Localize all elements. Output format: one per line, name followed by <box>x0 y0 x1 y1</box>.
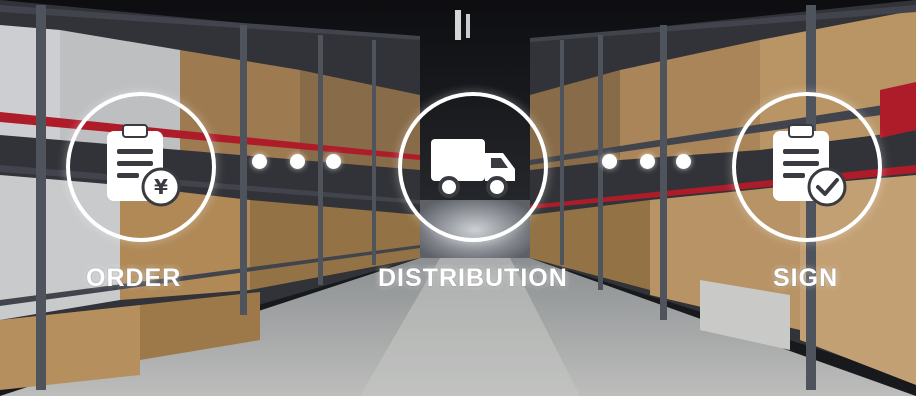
connector-dot <box>290 154 305 169</box>
warehouse-banner: ¥ ORDER DISTRIBUTION SIGN <box>0 0 916 396</box>
delivery-truck-icon <box>431 139 515 198</box>
distribution-step <box>398 92 548 242</box>
sign-step <box>732 92 882 242</box>
sign-clipboard-check-icon <box>773 124 847 207</box>
connector-dot <box>640 154 655 169</box>
order-step: ¥ <box>66 92 216 242</box>
connector-dot <box>252 154 267 169</box>
order-label: ORDER <box>86 264 182 292</box>
sign-label: SIGN <box>773 264 839 292</box>
connector-dot <box>602 154 617 169</box>
order-clipboard-yen-icon: ¥ <box>107 124 181 207</box>
distribution-label: DISTRIBUTION <box>378 264 568 292</box>
connector-dot <box>326 154 341 169</box>
connector-dot <box>676 154 691 169</box>
yen-symbol: ¥ <box>154 175 168 199</box>
